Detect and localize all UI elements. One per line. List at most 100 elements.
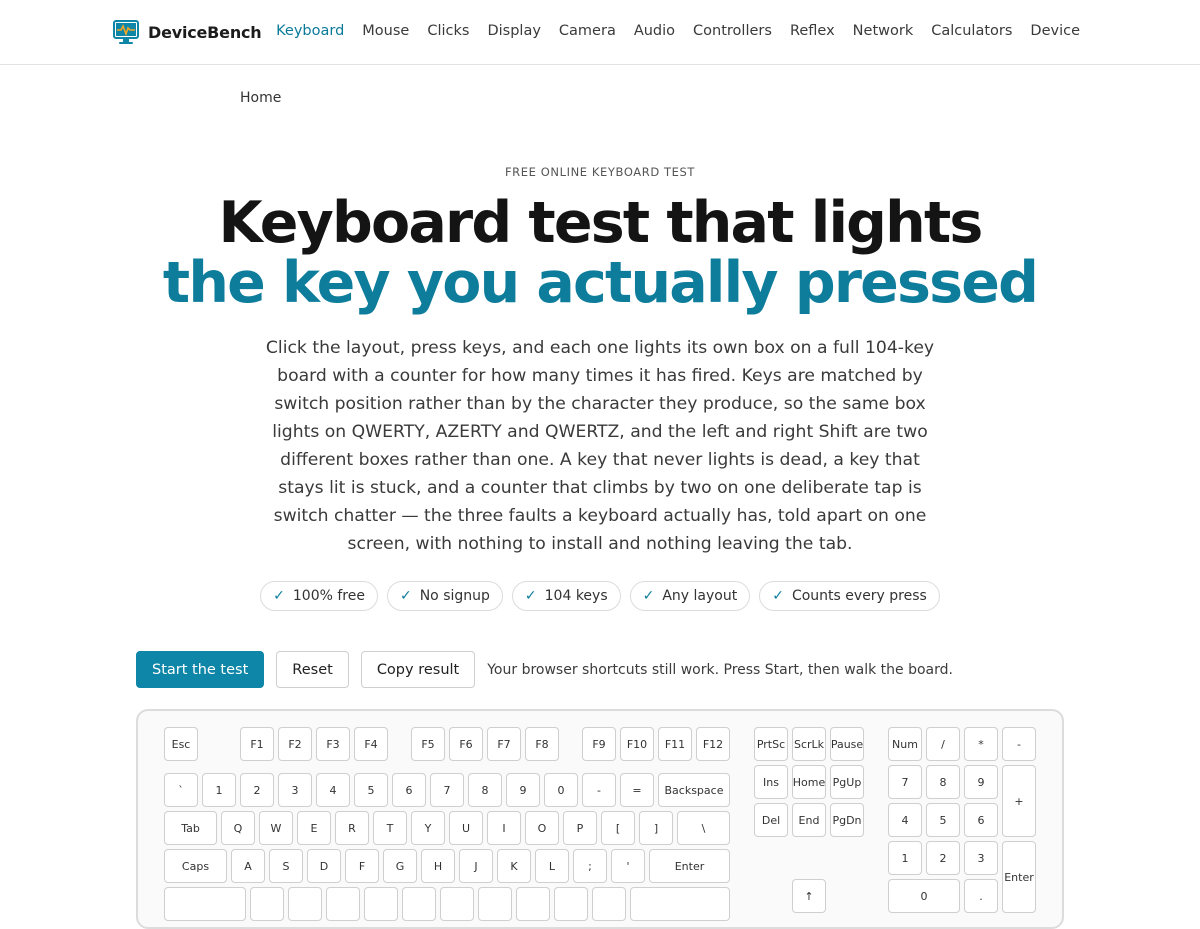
key-caps[interactable]: Caps [164, 849, 227, 883]
key-enter[interactable]: Enter [1002, 841, 1036, 913]
key-9[interactable]: 9 [506, 773, 540, 807]
key-f8[interactable]: F8 [525, 727, 559, 761]
key-4[interactable]: 4 [316, 773, 350, 807]
start-test-button[interactable]: Start the test [136, 651, 265, 688]
key-sym[interactable]: . [964, 879, 998, 913]
key-pgdn[interactable]: PgDn [830, 803, 864, 837]
key-6[interactable]: 6 [964, 803, 998, 837]
key-s[interactable]: S [269, 849, 303, 883]
key-f12[interactable]: F12 [696, 727, 730, 761]
copy-result-button[interactable]: Copy result [360, 651, 476, 688]
key-scrlk[interactable]: ScrLk [792, 727, 826, 761]
key-enter[interactable]: Enter [649, 849, 730, 883]
nav-item-network[interactable]: Network [853, 23, 914, 39]
key-4[interactable]: 4 [888, 803, 922, 837]
key-f7[interactable]: F7 [487, 727, 521, 761]
key-blank[interactable] [440, 887, 474, 921]
key-sym[interactable]: ' [611, 849, 645, 883]
nav-item-camera[interactable]: Camera [559, 23, 616, 39]
nav-item-controllers[interactable]: Controllers [693, 23, 772, 39]
key-o[interactable]: O [525, 811, 559, 845]
key-sym[interactable]: * [964, 727, 998, 761]
nav-item-keyboard[interactable]: Keyboard [276, 23, 344, 39]
key-t[interactable]: T [373, 811, 407, 845]
key-sym[interactable]: = [620, 773, 654, 807]
nav-item-reflex[interactable]: Reflex [790, 23, 835, 39]
key-num[interactable]: Num [888, 727, 922, 761]
key-blank[interactable] [630, 887, 730, 921]
nav-item-display[interactable]: Display [487, 23, 540, 39]
key-blank[interactable] [364, 887, 398, 921]
key-blank[interactable] [402, 887, 436, 921]
key-g[interactable]: G [383, 849, 417, 883]
key-home[interactable]: Home [792, 765, 826, 799]
key-7[interactable]: 7 [888, 765, 922, 799]
key-ins[interactable]: Ins [754, 765, 788, 799]
key-del[interactable]: Del [754, 803, 788, 837]
key-8[interactable]: 8 [926, 765, 960, 799]
key-tab[interactable]: Tab [164, 811, 217, 845]
key-f[interactable]: F [345, 849, 379, 883]
key-3[interactable]: 3 [278, 773, 312, 807]
key-sym[interactable]: - [1002, 727, 1036, 761]
key-k[interactable]: K [497, 849, 531, 883]
key-blank[interactable] [288, 887, 322, 921]
key-f10[interactable]: F10 [620, 727, 654, 761]
key-u[interactable]: U [449, 811, 483, 845]
brand-logo[interactable]: DeviceBench [113, 20, 262, 45]
key-sym[interactable]: ` [164, 773, 198, 807]
key-3[interactable]: 3 [964, 841, 998, 875]
key-w[interactable]: W [259, 811, 293, 845]
key-d[interactable]: D [307, 849, 341, 883]
key-prtsc[interactable]: PrtSc [754, 727, 788, 761]
key-blank[interactable] [164, 887, 246, 921]
key-1[interactable]: 1 [202, 773, 236, 807]
key-end[interactable]: End [792, 803, 826, 837]
key-h[interactable]: H [421, 849, 455, 883]
key-sym[interactable]: + [1002, 765, 1036, 837]
key-e[interactable]: E [297, 811, 331, 845]
key-sym[interactable]: / [926, 727, 960, 761]
key-5[interactable]: 5 [354, 773, 388, 807]
key-q[interactable]: Q [221, 811, 255, 845]
key-j[interactable]: J [459, 849, 493, 883]
key-blank[interactable] [592, 887, 626, 921]
key-pause[interactable]: Pause [830, 727, 864, 761]
key-p[interactable]: P [563, 811, 597, 845]
nav-item-clicks[interactable]: Clicks [427, 23, 469, 39]
key-2[interactable]: 2 [240, 773, 274, 807]
key-f5[interactable]: F5 [411, 727, 445, 761]
breadcrumb[interactable]: Home [240, 90, 281, 106]
key-5[interactable]: 5 [926, 803, 960, 837]
nav-item-audio[interactable]: Audio [634, 23, 675, 39]
key-blank[interactable] [478, 887, 512, 921]
key-f4[interactable]: F4 [354, 727, 388, 761]
keyboard-layout[interactable]: Esc F1 F2 F3 F4 F5 F6 F7 F8 F9 F10 F11 F12 ` 1 2 3 4 5 6 7 8 9… [136, 709, 1064, 929]
key-f6[interactable]: F6 [449, 727, 483, 761]
key-pgup[interactable]: PgUp [830, 765, 864, 799]
nav-item-mouse[interactable]: Mouse [362, 23, 409, 39]
nav-item-calculators[interactable]: Calculators [931, 23, 1012, 39]
key-backspace[interactable]: Backspace [658, 773, 730, 807]
key-f1[interactable]: F1 [240, 727, 274, 761]
key-blank[interactable] [554, 887, 588, 921]
key-f9[interactable]: F9 [582, 727, 616, 761]
key-1[interactable]: 1 [888, 841, 922, 875]
key-f2[interactable]: F2 [278, 727, 312, 761]
key-sym[interactable]: [ [601, 811, 635, 845]
key-sym[interactable]: \ [677, 811, 730, 845]
key-i[interactable]: I [487, 811, 521, 845]
key-sym[interactable]: ↑ [792, 879, 826, 913]
key-blank[interactable] [250, 887, 284, 921]
nav-item-device[interactable]: Device [1030, 23, 1080, 39]
key-sym[interactable]: ] [639, 811, 673, 845]
key-a[interactable]: A [231, 849, 265, 883]
key-esc[interactable]: Esc [164, 727, 198, 761]
key-6[interactable]: 6 [392, 773, 426, 807]
key-y[interactable]: Y [411, 811, 445, 845]
key-blank[interactable] [516, 887, 550, 921]
key-f3[interactable]: F3 [316, 727, 350, 761]
key-8[interactable]: 8 [468, 773, 502, 807]
key-9[interactable]: 9 [964, 765, 998, 799]
key-f11[interactable]: F11 [658, 727, 692, 761]
